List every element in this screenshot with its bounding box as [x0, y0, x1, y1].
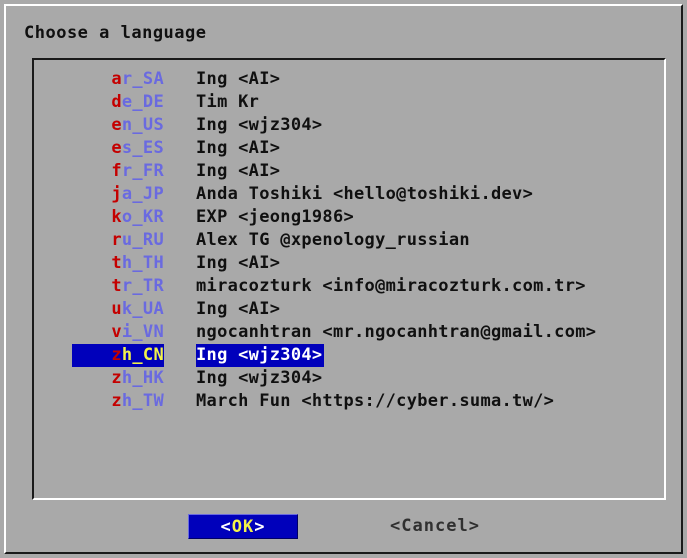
ok-button-label: OK	[232, 517, 254, 537]
language-tag-rest: i_VN	[122, 322, 164, 342]
language-description: EXP <jeong1986>	[196, 206, 354, 229]
language-tag: tr_TR	[72, 275, 164, 298]
language-tag-hotkey: t	[111, 253, 122, 273]
language-tag: zh_CN	[72, 344, 164, 367]
language-description: March Fun <https://cyber.suma.tw/>	[196, 390, 554, 413]
language-chooser-dialog: Choose a language ar_SA Ing <AI> de_DE Tim …	[4, 4, 683, 554]
language-tag: uk_UA	[72, 298, 164, 321]
dialog-title: Choose a language	[24, 23, 207, 43]
language-tag-rest: k_UA	[122, 299, 164, 319]
ok-left-arrow-icon: <	[221, 517, 232, 537]
language-tag-rest: e_DE	[122, 92, 164, 112]
language-description: Ing <AI>	[196, 137, 280, 160]
language-row[interactable]: zh_TW March Fun <https://cyber.suma.tw/>	[34, 390, 664, 413]
language-row[interactable]: es_ES Ing <AI>	[34, 137, 664, 160]
language-row[interactable]: uk_UA Ing <AI>	[34, 298, 664, 321]
language-tag: de_DE	[72, 91, 164, 114]
language-tag-rest: r_TR	[122, 276, 164, 296]
language-tag: fr_FR	[72, 160, 164, 183]
language-description: Ing <wjz304>	[196, 367, 322, 390]
language-tag-hotkey: d	[111, 92, 122, 112]
language-tag-hotkey: k	[111, 207, 122, 227]
language-tag: ru_RU	[72, 229, 164, 252]
language-tag-rest: h_TH	[122, 253, 164, 273]
language-description: ngocanhtran <mr.ngocanhtran@gmail.com>	[196, 321, 596, 344]
button-bar: <OK> <Cancel>	[6, 514, 685, 548]
language-tag-hotkey: e	[111, 138, 122, 158]
language-tag-rest: h_CN	[122, 345, 164, 365]
language-row[interactable]: th_TH Ing <AI>	[34, 252, 664, 275]
language-row[interactable]: ar_SA Ing <AI>	[34, 68, 664, 91]
language-tag-rest: h_HK	[122, 368, 164, 388]
language-tag: ar_SA	[72, 68, 164, 91]
language-tag-rest: a_JP	[122, 184, 164, 204]
language-tag-rest: h_TW	[122, 391, 164, 411]
language-tag-rest: s_ES	[122, 138, 164, 158]
language-list-rows: ar_SA Ing <AI> de_DE Tim Kr en_US Ing <wjz304…	[34, 68, 664, 413]
language-description: Ing <AI>	[196, 68, 280, 91]
language-tag-rest: r_FR	[122, 161, 164, 181]
language-description: Ing <wjz304>	[196, 114, 322, 137]
language-tag-rest: u_RU	[122, 230, 164, 250]
language-tag: en_US	[72, 114, 164, 137]
language-tag-rest: n_US	[122, 115, 164, 135]
ok-button[interactable]: <OK>	[188, 514, 298, 539]
language-row[interactable]: vi_VN ngocanhtran <mr.ngocanhtran@gmail.c…	[34, 321, 664, 344]
language-description: Ing <AI>	[196, 252, 280, 275]
language-tag-hotkey: z	[111, 368, 122, 388]
language-row[interactable]: fr_FR Ing <AI>	[34, 160, 664, 183]
language-row[interactable]: zh_HK Ing <wjz304>	[34, 367, 664, 390]
language-row[interactable]: ko_KR EXP <jeong1986>	[34, 206, 664, 229]
cancel-button-label: <Cancel>	[390, 516, 480, 536]
language-description: Anda Toshiki <hello@toshiki.dev>	[196, 183, 533, 206]
language-tag: ja_JP	[72, 183, 164, 206]
language-tag-hotkey: j	[111, 184, 122, 204]
language-description: Ing <wjz304>	[196, 344, 324, 367]
language-description: miracozturk <info@miracozturk.com.tr>	[196, 275, 586, 298]
language-tag-rest: o_KR	[122, 207, 164, 227]
language-list[interactable]: ar_SA Ing <AI> de_DE Tim Kr en_US Ing <wjz304…	[32, 58, 666, 500]
language-tag-hotkey: z	[111, 345, 122, 365]
language-description: Ing <AI>	[196, 160, 280, 183]
language-tag-hotkey: z	[111, 391, 122, 411]
language-description: Ing <AI>	[196, 298, 280, 321]
language-tag: zh_HK	[72, 367, 164, 390]
language-tag-rest: r_SA	[122, 69, 164, 89]
language-tag-hotkey: t	[111, 276, 122, 296]
language-row[interactable]: tr_TR miracozturk <info@miracozturk.com.t…	[34, 275, 664, 298]
language-row[interactable]: ru_RU Alex TG @xpenology_russian	[34, 229, 664, 252]
language-row[interactable]: de_DE Tim Kr	[34, 91, 664, 114]
language-tag: es_ES	[72, 137, 164, 160]
ok-right-arrow-icon: >	[254, 517, 265, 537]
language-row[interactable]: zh_CN Ing <wjz304>	[34, 344, 664, 367]
language-row[interactable]: en_US Ing <wjz304>	[34, 114, 664, 137]
language-tag: zh_TW	[72, 390, 164, 413]
language-tag-hotkey: e	[111, 115, 122, 135]
language-tag: th_TH	[72, 252, 164, 275]
cancel-button[interactable]: <Cancel>	[380, 514, 490, 539]
language-tag-hotkey: r	[111, 230, 122, 250]
language-tag-hotkey: f	[111, 161, 122, 181]
language-tag: vi_VN	[72, 321, 164, 344]
language-tag-hotkey: a	[111, 69, 122, 89]
language-tag-hotkey: v	[111, 322, 122, 342]
language-tag: ko_KR	[72, 206, 164, 229]
language-description: Tim Kr	[196, 91, 259, 114]
language-row[interactable]: ja_JP Anda Toshiki <hello@toshiki.dev>	[34, 183, 664, 206]
language-description: Alex TG @xpenology_russian	[196, 229, 470, 252]
language-tag-hotkey: u	[111, 299, 122, 319]
